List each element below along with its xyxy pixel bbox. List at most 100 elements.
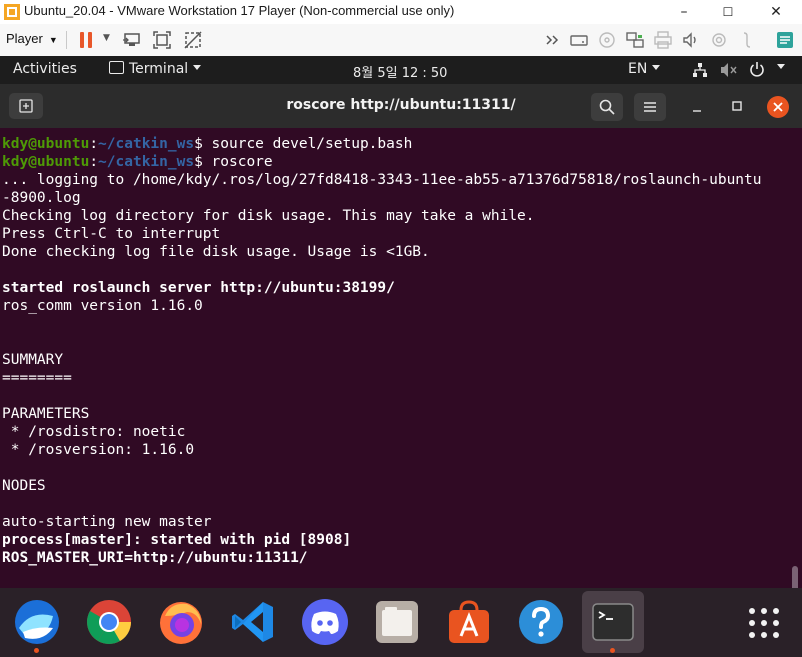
unity-mode-icon[interactable] [183, 30, 203, 50]
terminal-line: -8900.log [2, 189, 762, 207]
dock-discord[interactable] [294, 591, 356, 653]
pause-dropdown-icon[interactable]: ▼ [103, 33, 110, 43]
pause-icon[interactable] [80, 32, 94, 48]
cd-dvd-icon[interactable] [597, 30, 617, 50]
dock-whale-browser[interactable] [6, 591, 68, 653]
command-text: $ roscore [194, 154, 273, 170]
output-text: ... logging to /home/kdy/.ros/log/27fd84… [2, 172, 762, 188]
prompt-path: ~/catkin_ws [98, 154, 195, 170]
minimize-icon[interactable] [692, 103, 702, 113]
prompt-path: ~/catkin_ws [98, 136, 195, 152]
vmware-toolbar: Player ▼ ▼ [0, 24, 802, 57]
chevron-down-icon [193, 65, 202, 70]
usb-device-icon[interactable] [737, 30, 757, 50]
output-text: Press Ctrl-C to interrupt [2, 226, 221, 242]
output-text: -8900.log [2, 190, 81, 206]
terminal-title: roscore http://ubuntu:11311/ [286, 97, 516, 113]
help-icon [519, 600, 563, 644]
camera-icon[interactable] [709, 30, 729, 50]
dock-firefox[interactable] [150, 591, 212, 653]
show-applications-button[interactable] [734, 591, 796, 653]
menu-button[interactable] [634, 93, 666, 121]
close-icon [773, 102, 783, 112]
window-title: Ubuntu_20.04 - VMware Workstation 17 Pla… [24, 3, 455, 18]
terminal-line: Done checking log file disk usage. Usage… [2, 243, 762, 261]
fullscreen-icon[interactable] [152, 30, 172, 50]
send-ctrl-alt-del-icon[interactable] [122, 30, 142, 50]
terminal-icon [109, 61, 124, 74]
terminal-line: PARAMETERS [2, 405, 762, 423]
hard-disk-icon[interactable] [569, 30, 589, 50]
search-button[interactable] [591, 93, 623, 121]
output-text: * /rosversion: 1.16.0 [2, 442, 195, 458]
player-menu[interactable]: Player ▼ [6, 31, 58, 46]
dock-terminal[interactable] [582, 591, 644, 653]
player-menu-label: Player [6, 31, 43, 46]
discord-icon [302, 599, 348, 645]
maximize-icon[interactable] [732, 101, 742, 111]
terminal-output[interactable]: kdy@ubuntu:~/catkin_ws$ source devel/set… [0, 128, 802, 588]
power-icon[interactable] [749, 61, 765, 77]
command-text: $ source devel/setup.bash [194, 136, 413, 152]
dock-chrome[interactable] [78, 591, 140, 653]
vmware-titlebar: Ubuntu_20.04 - VMware Workstation 17 Pla… [0, 0, 802, 25]
activities-button[interactable]: Activities [13, 61, 77, 77]
vmware-app-icon [4, 4, 20, 20]
sound-card-icon[interactable] [681, 30, 701, 50]
terminal-line: ... logging to /home/kdy/.ros/log/27fd84… [2, 171, 762, 189]
running-indicator [610, 648, 615, 653]
terminal-line: ros_comm version 1.16.0 [2, 297, 762, 315]
dock-files[interactable] [366, 591, 428, 653]
network-wired-icon[interactable] [692, 62, 708, 78]
terminal-line: Press Ctrl-C to interrupt [2, 225, 762, 243]
output-text: ======== [2, 370, 72, 386]
terminal-scrollbar[interactable] [792, 566, 798, 588]
volume-muted-icon[interactable] [720, 62, 738, 78]
chrome-icon [87, 600, 131, 644]
maximize-button[interactable]: ☐ [717, 2, 739, 22]
search-icon [599, 99, 615, 115]
dock-help[interactable] [510, 591, 572, 653]
dock-ubuntu-software[interactable] [438, 591, 500, 653]
output-text: SUMMARY [2, 352, 64, 368]
output-text: auto-starting new master [2, 514, 212, 530]
output-text: NODES [2, 478, 46, 494]
ubuntu-software-icon [449, 600, 489, 643]
terminal-line: kdy@ubuntu:~/catkin_ws$ roscore [2, 153, 762, 171]
close-window-button[interactable]: ✕ [765, 2, 787, 22]
output-text: Done checking log file disk usage. Usage… [2, 244, 430, 260]
input-language-menu[interactable]: EN [628, 61, 661, 77]
terminal-line: SUMMARY [2, 351, 762, 369]
close-terminal-button[interactable] [767, 96, 789, 118]
app-grid-icon [749, 608, 779, 638]
double-chevron-right-icon[interactable] [543, 30, 563, 50]
clock[interactable]: 8월 5일 12 : 50 [353, 62, 447, 81]
hamburger-menu-icon [644, 102, 656, 112]
output-text: Checking log directory for disk usage. T… [2, 208, 535, 224]
printer-icon[interactable] [653, 30, 673, 50]
terminal-line: NODES [2, 477, 762, 495]
gnome-top-bar: Activities Terminal 8월 5일 12 : 50 EN [0, 56, 802, 84]
system-menu-chevron-icon[interactable] [777, 64, 785, 69]
toolbar-divider [66, 31, 67, 49]
terminal-text: kdy@ubuntu:~/catkin_ws$ source devel/set… [2, 135, 762, 567]
terminal-line: ROS_MASTER_URI=http://ubuntu:11311/ [2, 549, 762, 567]
prompt-user: kdy@ubuntu [2, 154, 90, 170]
network-adapter-icon[interactable] [625, 30, 645, 50]
ubuntu-dock [0, 588, 802, 657]
output-text: ros_comm version 1.16.0 [2, 298, 203, 314]
minimize-button[interactable]: – [673, 2, 695, 22]
terminal-line: auto-starting new master [2, 513, 762, 531]
prompt-user: kdy@ubuntu [2, 136, 90, 152]
message-log-icon[interactable] [775, 30, 795, 50]
dock-vscode[interactable] [222, 591, 284, 653]
output-text: * /rosdistro: noetic [2, 424, 186, 440]
app-menu[interactable]: Terminal [109, 61, 202, 77]
prompt-separator: : [89, 136, 99, 152]
terminal-line: ======== [2, 369, 762, 387]
